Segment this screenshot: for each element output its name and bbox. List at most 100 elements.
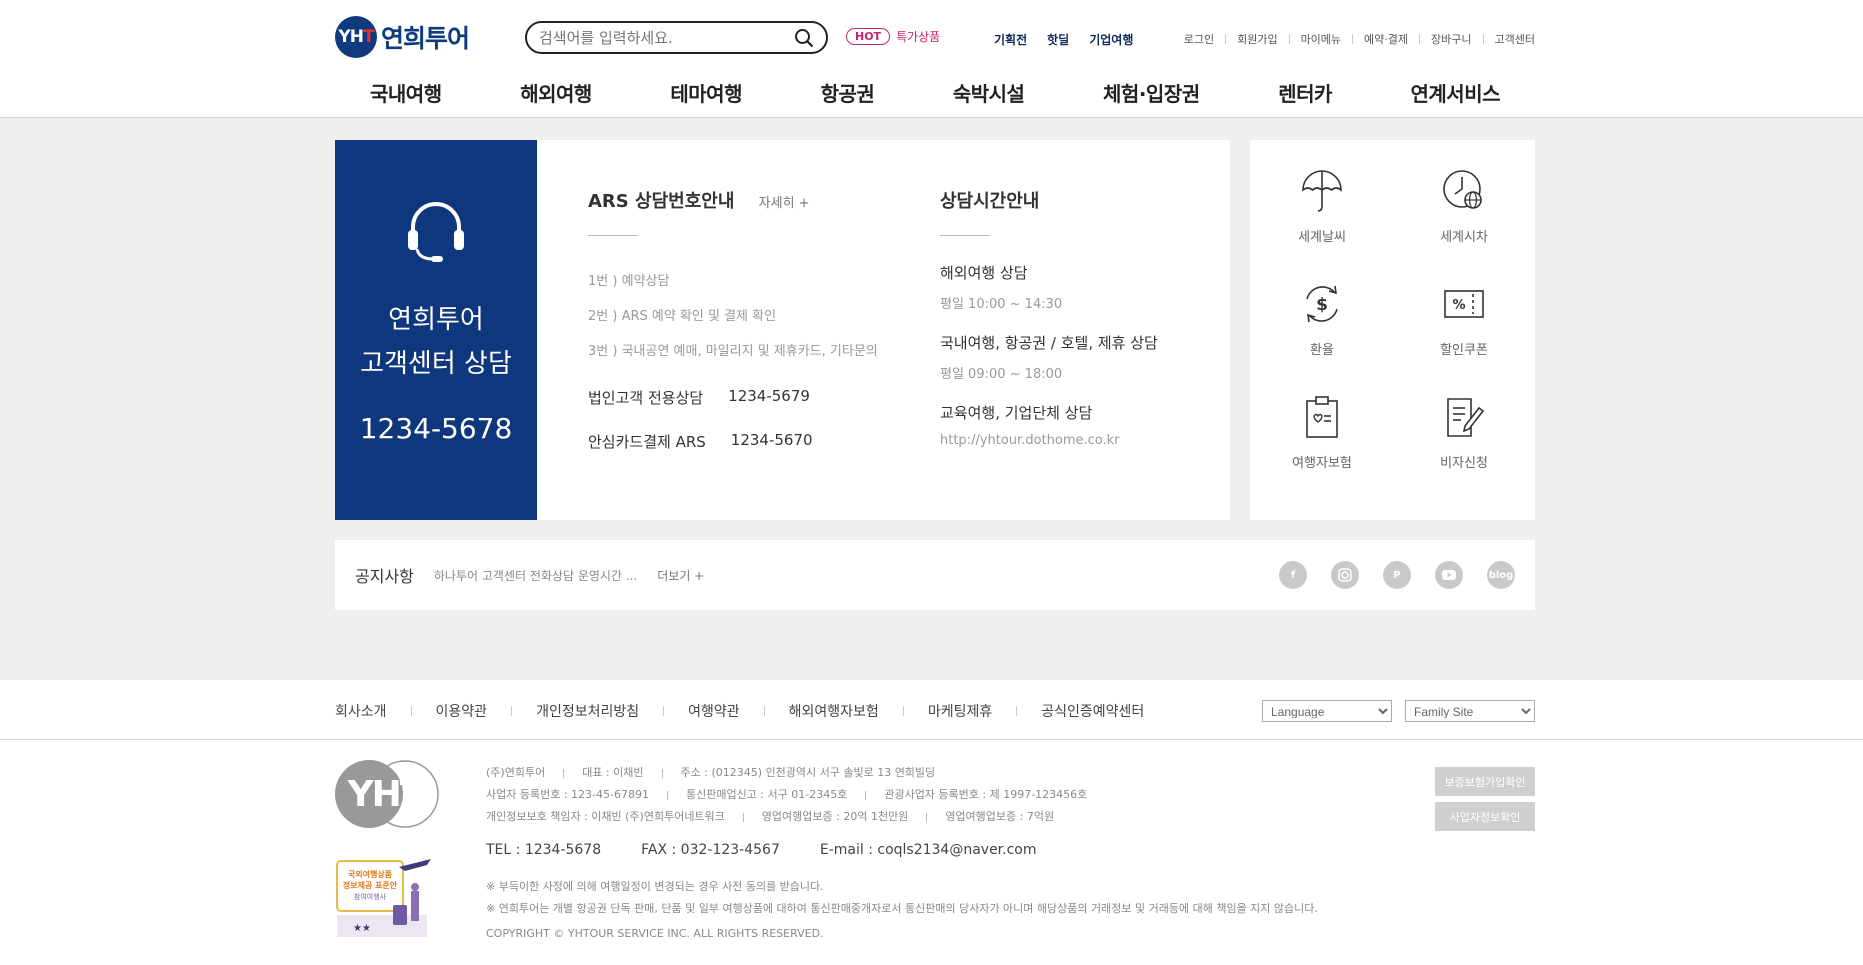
notice-text[interactable]: 하나투어 고객센터 전화상담 운영시간 ... (434, 567, 637, 584)
divider (865, 790, 867, 800)
nav-rentcar[interactable]: 렌터카 (1278, 78, 1332, 107)
divider (563, 768, 565, 778)
hours-url[interactable]: http://yhtour.dothome.co.kr (940, 433, 1210, 448)
coupon-shortcut[interactable]: % 할인쿠폰 (1414, 281, 1514, 358)
divider (661, 768, 663, 778)
svg-text:★★: ★★ (353, 923, 371, 934)
nav-airfare[interactable]: 항공권 (821, 78, 875, 107)
quick-link-hotdeal[interactable]: 핫딜 (1047, 31, 1069, 48)
blog-icon[interactable]: blog (1487, 561, 1515, 589)
footer-link-terms[interactable]: 이용약관 (436, 701, 488, 721)
footer-logo: YHT (335, 760, 439, 828)
search-icon[interactable] (794, 28, 814, 48)
ars-item: 2번 ) ARS 예약 확인 및 결제 확인 (588, 309, 777, 324)
footer-link-marketing[interactable]: 마케팅제휴 (928, 701, 992, 721)
company-info: (주)연희투어 대표 : 이채빈 주소 : (012345) 인천광역시 서구 … (486, 762, 1087, 828)
info-row: 사업자 등록번호 : 123-45-67891 통신판매업신고 : 서구 01-… (486, 784, 1087, 806)
family-site-select[interactable]: Family Site (1405, 700, 1535, 722)
utility-nav: 로그인 회원가입 마이메뉴 예약·결제 장바구니 고객센터 (1184, 31, 1535, 47)
footer-links: 회사소개 이용약관 개인정보처리방침 여행약관 해외여행자보험 마케팅제휴 공식… (335, 701, 1144, 721)
info-text: 사업자 등록번호 : 123-45-67891 (486, 788, 649, 801)
footer-link-certified[interactable]: 공식인증예약센터 (1041, 701, 1144, 721)
center-title-line1: 연희투어 (388, 305, 484, 335)
info-text: 관광사업자 등록번호 : 제 1997-123456호 (884, 788, 1088, 801)
center-phone: 1234-5678 (359, 412, 513, 445)
divider (742, 812, 744, 822)
post-icon[interactable]: P (1383, 561, 1411, 589)
tel: TEL : 1234-5678 (486, 842, 602, 858)
center-title: 연희투어 고객센터 상담 (335, 298, 537, 386)
search-input[interactable] (539, 28, 789, 47)
umbrella-icon (1302, 170, 1342, 212)
booking-payment-link[interactable]: 예약·결제 (1364, 31, 1408, 47)
business-info-button[interactable]: 사업자정보확인 (1435, 802, 1535, 831)
footer-link-insurance[interactable]: 해외여행자보험 (789, 701, 879, 721)
nav-overseas[interactable]: 해외여행 (520, 78, 592, 107)
weather-shortcut[interactable]: 세계날씨 (1272, 168, 1372, 245)
signup-link[interactable]: 회원가입 (1237, 31, 1277, 47)
login-link[interactable]: 로그인 (1184, 31, 1214, 47)
svg-text:YHT: YHT (347, 774, 425, 815)
corp-line: 법인고객 전용상담 1234-5679 (588, 387, 918, 431)
divider (1482, 34, 1484, 44)
my-menu-link[interactable]: 마이메뉴 (1301, 31, 1341, 47)
nav-tickets[interactable]: 체험·입장권 (1103, 78, 1200, 107)
nav-services[interactable]: 연계서비스 (1411, 78, 1501, 107)
hours-info: 상담시간안내 해외여행 상담 평일 10:00 ~ 14:30 국내여행, 항공… (940, 187, 1210, 468)
ars-list: 1번 ) 예약상담 2번 ) ARS 예약 확인 및 결제 확인 3번 ) 국내… (588, 270, 918, 375)
info-text: 영업여행업보증 : 7억원 (945, 810, 1055, 823)
cart-link[interactable]: 장바구니 (1431, 31, 1471, 47)
notice-bar: 공지사항 하나투어 고객센터 전화상담 운영시간 ... 더보기 + f P b… (335, 540, 1535, 610)
ars-item: 1번 ) 예약상담 (588, 274, 670, 289)
hours-text: 평일 09:00 ~ 18:00 (940, 367, 1063, 382)
nav-theme[interactable]: 테마여행 (670, 78, 742, 107)
guarantee-insurance-button[interactable]: 보증보험가입확인 (1435, 767, 1535, 796)
hot-deals-link[interactable]: HOT 특가상품 (846, 28, 940, 45)
info-text: 통신판매업신고 : 서구 01-2345호 (685, 788, 848, 801)
visa-label: 비자신청 (1440, 456, 1488, 471)
headset-icon (408, 202, 464, 262)
divider (666, 790, 668, 800)
site-logo[interactable]: YH T 연희투어 (335, 16, 470, 58)
info-row: 개인정보보호 책임자 : 이채빈 (주)연희투어네트워크 영업여행업보증 : 2… (486, 806, 1087, 828)
ars-more-link[interactable]: 자세히 + (759, 196, 810, 211)
hot-label: 특가상품 (896, 30, 941, 44)
quick-link-corporate[interactable]: 기업여행 (1089, 31, 1133, 48)
clock-globe-icon (1443, 170, 1482, 209)
footer-link-privacy[interactable]: 개인정보처리방침 (536, 701, 639, 721)
timezone-shortcut[interactable]: 세계시차 (1414, 168, 1514, 245)
coupon-icon: % (1444, 290, 1484, 318)
customer-center-section: 연희투어 고객센터 상담 1234-5678 ARS 상담번호안내 자세히 + … (0, 118, 1863, 680)
nav-lodging[interactable]: 숙박시설 (953, 78, 1025, 107)
youtube-icon[interactable] (1435, 561, 1463, 589)
exchange-shortcut[interactable]: $ 환율 (1272, 281, 1372, 358)
svg-text:$: $ (1316, 295, 1328, 315)
footer-link-company[interactable]: 회사소개 (335, 701, 387, 721)
facebook-icon[interactable]: f (1279, 561, 1307, 589)
language-select[interactable]: Language (1262, 700, 1392, 722)
corp-phone: 1234-5679 (728, 387, 810, 405)
hours-head: 교육여행, 기업단체 상담 (940, 404, 1093, 422)
timezone-label: 세계시차 (1440, 230, 1488, 245)
email[interactable]: E-mail : coqls2134@naver.com (820, 842, 1037, 858)
ars-info: ARS 상담번호안내 자세히 + 1번 ) 예약상담 2번 ) ARS 예약 확… (588, 187, 918, 475)
document-pen-icon (1447, 398, 1485, 437)
notice-more-link[interactable]: 더보기 + (657, 567, 704, 584)
hours-text: 평일 10:00 ~ 14:30 (940, 297, 1063, 312)
nav-domestic[interactable]: 국내여행 (370, 78, 442, 107)
visa-shortcut[interactable]: 비자신청 (1414, 394, 1514, 471)
insurance-shortcut[interactable]: 여행자보험 (1272, 394, 1372, 471)
quick-link-special[interactable]: 기획전 (994, 31, 1027, 48)
footer-link-travel-terms[interactable]: 여행약관 (688, 701, 740, 721)
svg-text:%: % (1452, 298, 1465, 313)
hot-badge: HOT (846, 28, 891, 45)
customer-center-link[interactable]: 고객센터 (1495, 31, 1535, 47)
instagram-icon[interactable] (1331, 561, 1359, 589)
divider (940, 235, 990, 236)
divider (1419, 34, 1421, 44)
divider (1352, 34, 1354, 44)
logo-mark: YH T (335, 16, 377, 58)
hours-head: 해외여행 상담 (940, 264, 1028, 282)
hours-title: 상담시간안내 (940, 191, 1040, 212)
exchange-label: 환율 (1310, 343, 1334, 358)
